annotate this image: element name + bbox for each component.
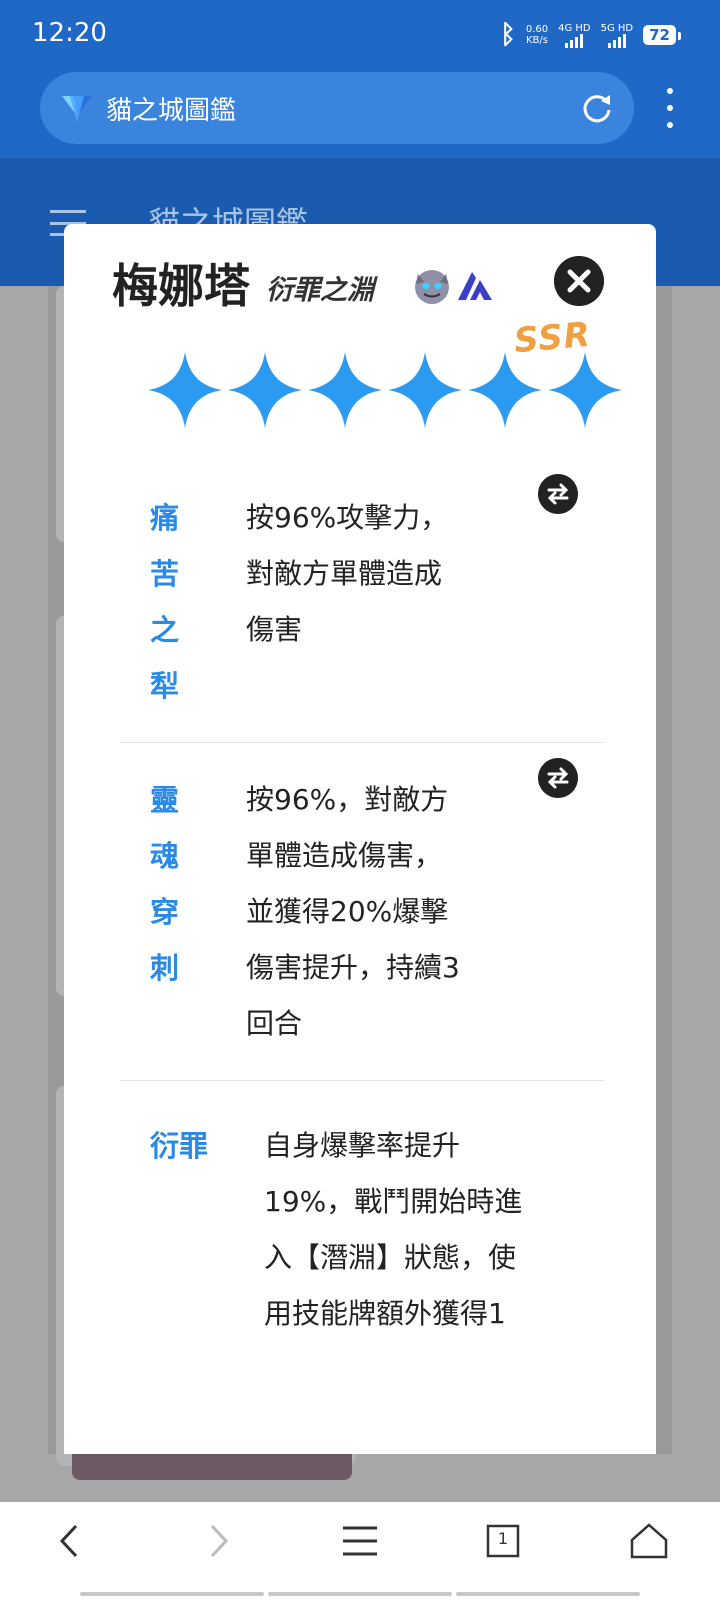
swap-skill-button[interactable] [538, 758, 578, 798]
skill-name-char: 苦 [150, 557, 180, 591]
trait-description: 自身爆擊率提升 19%，戰鬥開始時進 入【潛淵】狀態，使 用技能牌額外獲得1 [264, 1118, 564, 1342]
skill-desc-line: 回合 [246, 1007, 303, 1040]
tab-count: 1 [497, 1529, 509, 1548]
star-rating [148, 352, 656, 432]
star-icon [148, 352, 222, 428]
signal-bars-icon [565, 33, 584, 48]
trait-desc-line: 用技能牌額外獲得1 [264, 1297, 506, 1330]
gesture-bar [80, 1592, 640, 1596]
close-button[interactable] [554, 256, 604, 306]
character-name: 梅娜塔 [112, 259, 250, 313]
sim2-signal: 5G HD [600, 22, 634, 48]
url-title: 貓之城圖鑑 [106, 96, 237, 126]
browser-toolbar: 貓之城圖鑑 [0, 70, 720, 158]
network-speed-value: 0.60 [525, 24, 549, 35]
skill-name-char: 穿 [150, 895, 180, 929]
battery-indicator: 72 [643, 25, 681, 45]
more-options-icon[interactable] [657, 88, 683, 128]
class-emblem-icon [458, 272, 492, 300]
network-speed-unit: KB/s [525, 35, 548, 46]
trait-desc-line: 19%，戰鬥開始時進 [264, 1185, 523, 1218]
status-bar: 12:20 ᛒ 0.60 KB/s 4G HD 5G HD 72 [0, 0, 720, 70]
skill-name-char: 痛 [150, 501, 180, 535]
star-icon [388, 352, 462, 428]
skill-desc-line: 傷害 [246, 613, 303, 646]
back-arrow-icon[interactable] [46, 1516, 96, 1566]
bluetooth-icon: ᛒ [500, 20, 516, 50]
swap-skill-button[interactable] [538, 474, 578, 514]
skill-card: 靈 魂 穿 刺 按96%，對敵方 單體造成傷害， 並獲得20%爆擊 傷害提升，持… [120, 758, 604, 1081]
skill-description: 按96%攻擊力， 對敵方單體造成 傷害 [246, 490, 496, 658]
skill-description: 按96%，對敵方 單體造成傷害， 並獲得20%爆擊 傷害提升，持續3 回合 [246, 772, 496, 1052]
tabs-button[interactable]: 1 [478, 1516, 528, 1566]
site-logo-icon [62, 96, 92, 122]
home-icon[interactable] [624, 1516, 674, 1566]
browser-bottom-nav: 1 [0, 1502, 720, 1600]
skill-desc-line: 對敵方單體造成 [246, 557, 443, 590]
skill-desc-line: 按96%攻擊力， [246, 501, 449, 534]
sim1-label: 4G HD [558, 22, 591, 34]
trait-name: 衍罪 [150, 1129, 209, 1163]
trait-desc-line: 入【潛淵】狀態，使 [264, 1241, 517, 1274]
address-bar[interactable]: 貓之城圖鑑 [40, 72, 634, 144]
clock: 12:20 [32, 18, 107, 48]
network-speed: 0.60 KB/s [526, 24, 548, 46]
skill-name-char: 靈 [150, 783, 180, 817]
skill-desc-line: 傷害提升，持續3 [246, 951, 460, 984]
star-icon [228, 352, 302, 428]
skill-card: 痛 苦 之 犁 按96%攻擊力， 對敵方單體造成 傷害 [120, 474, 604, 743]
forward-arrow-icon[interactable] [192, 1516, 242, 1566]
reload-icon[interactable] [580, 91, 614, 125]
skill-name: 靈 魂 穿 刺 [150, 772, 190, 996]
star-icon [468, 352, 542, 428]
star-icon [548, 352, 622, 428]
star-icon [308, 352, 382, 428]
skill-desc-line: 單體造成傷害， [246, 839, 443, 872]
character-subtitle: 衍罪之淵 [266, 275, 374, 306]
menu-icon[interactable] [335, 1516, 385, 1566]
sim1-signal: 4G HD [558, 23, 591, 48]
skill-name-char: 犁 [150, 669, 180, 703]
skill-name: 痛 苦 之 犁 [150, 490, 190, 714]
skill-name-char: 刺 [150, 951, 180, 985]
signal-bars-icon [607, 33, 626, 48]
sim2-label: 5G HD [600, 22, 634, 34]
status-icons: ᛒ 0.60 KB/s 4G HD 5G HD 72 [500, 20, 681, 50]
character-detail-modal: 梅娜塔 衍罪之淵 SSR 痛 苦 之 犁 按96%攻擊力， 對敵方單體造成 傷害… [64, 224, 656, 1454]
skill-desc-line: 並獲得20%爆擊 [246, 895, 449, 928]
demon-face-icon [415, 270, 449, 304]
skill-name-char: 之 [150, 613, 180, 647]
skill-name-char: 魂 [150, 839, 180, 873]
skill-desc-line: 按96%，對敵方 [246, 783, 449, 816]
trait-desc-line: 自身爆擊率提升 [264, 1129, 461, 1162]
